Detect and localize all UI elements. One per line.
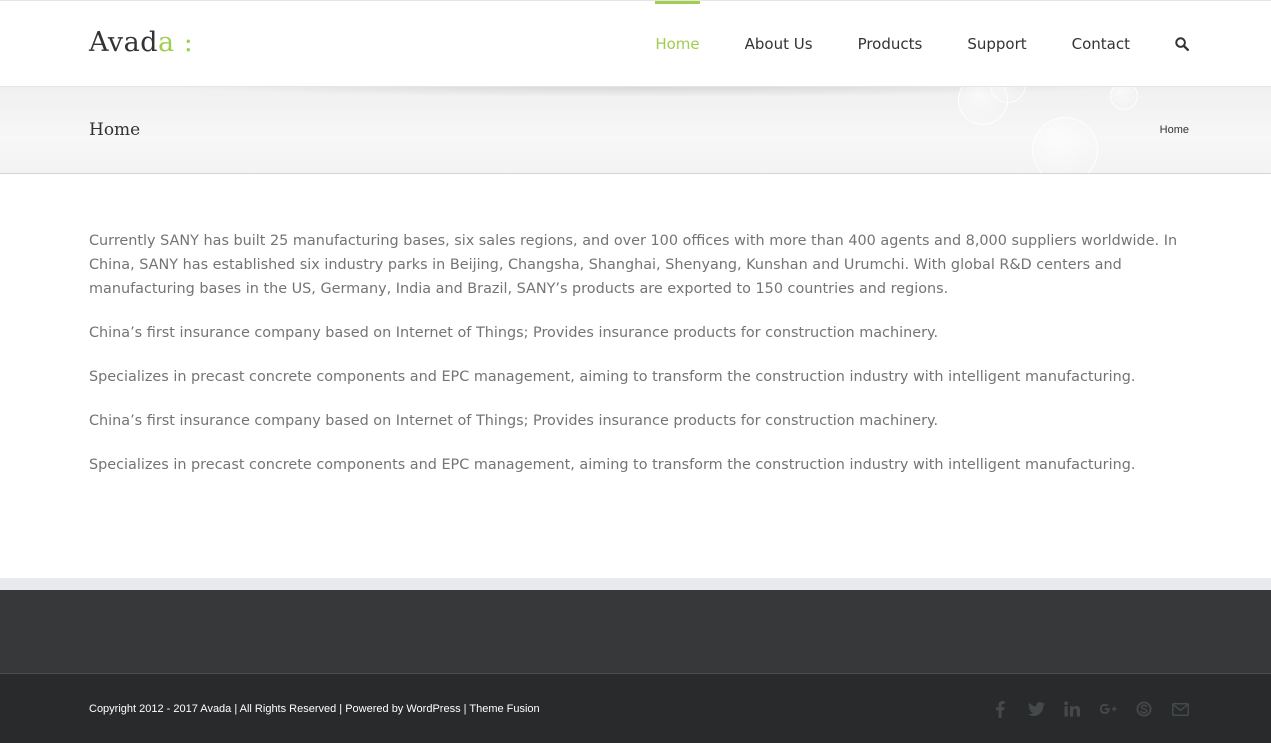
content-paragraph: China’s first insurance company based on… — [89, 413, 939, 429]
linkedin-icon — [1064, 701, 1080, 717]
twitter-icon — [1027, 702, 1045, 716]
search-button[interactable] — [1175, 1, 1189, 87]
email-link[interactable] — [1171, 700, 1189, 718]
copyright-text: Copyright 2012 - 2017 Avada | All Rights… — [89, 703, 540, 715]
logo-accent: a : — [158, 27, 194, 58]
decorative-bubble — [1032, 117, 1098, 173]
nav-item-support[interactable]: Support — [967, 1, 1026, 87]
breadcrumb[interactable]: Home — [1160, 124, 1189, 136]
skype-icon — [1136, 701, 1152, 717]
content-paragraph: China’s first insurance company based on… — [89, 325, 939, 341]
facebook-icon — [996, 700, 1005, 718]
page-title: Home — [89, 120, 141, 140]
footer-separator — [0, 578, 1271, 590]
email-icon — [1171, 702, 1189, 716]
content-paragraph: Specializes in precast concrete componen… — [89, 457, 1136, 473]
content-paragraph: Currently SANY has built 25 manufacturin… — [89, 233, 1178, 297]
nav-item-home[interactable]: Home — [655, 1, 700, 87]
copyright-bar: Copyright 2012 - 2017 Avada | All Rights… — [0, 674, 1271, 743]
nav-item-about-us[interactable]: About Us — [745, 1, 813, 87]
social-links — [973, 700, 1189, 718]
site-logo[interactable]: Avada : — [89, 27, 193, 59]
content-paragraph: Specializes in precast concrete componen… — [89, 369, 1136, 385]
google-plus-icon — [1099, 703, 1117, 714]
page-title-bar: Home Home — [0, 87, 1271, 174]
search-icon — [1175, 37, 1189, 51]
decorative-bubble — [1110, 87, 1138, 110]
logo-text: Avad — [89, 27, 159, 58]
nav-item-contact[interactable]: Contact — [1072, 1, 1130, 87]
google-plus-link[interactable] — [1099, 700, 1117, 718]
main-nav: Home About Us Products Support Contact — [610, 1, 1189, 87]
site-header: Avada : Home About Us Products Support C… — [0, 0, 1271, 87]
twitter-link[interactable] — [1027, 700, 1045, 718]
facebook-link[interactable] — [991, 700, 1009, 718]
wordpress-link[interactable]: WordPress — [406, 703, 460, 715]
nav-item-products[interactable]: Products — [858, 1, 923, 87]
footer-widgets-area — [0, 590, 1271, 674]
skype-link[interactable] — [1135, 700, 1153, 718]
linkedin-link[interactable] — [1063, 700, 1081, 718]
main-content: Currently SANY has built 25 manufacturin… — [89, 229, 1189, 497]
theme-fusion-link[interactable]: Theme Fusion — [469, 703, 539, 715]
copyright-prefix: Copyright 2012 - 2017 Avada | All Rights… — [89, 703, 407, 715]
